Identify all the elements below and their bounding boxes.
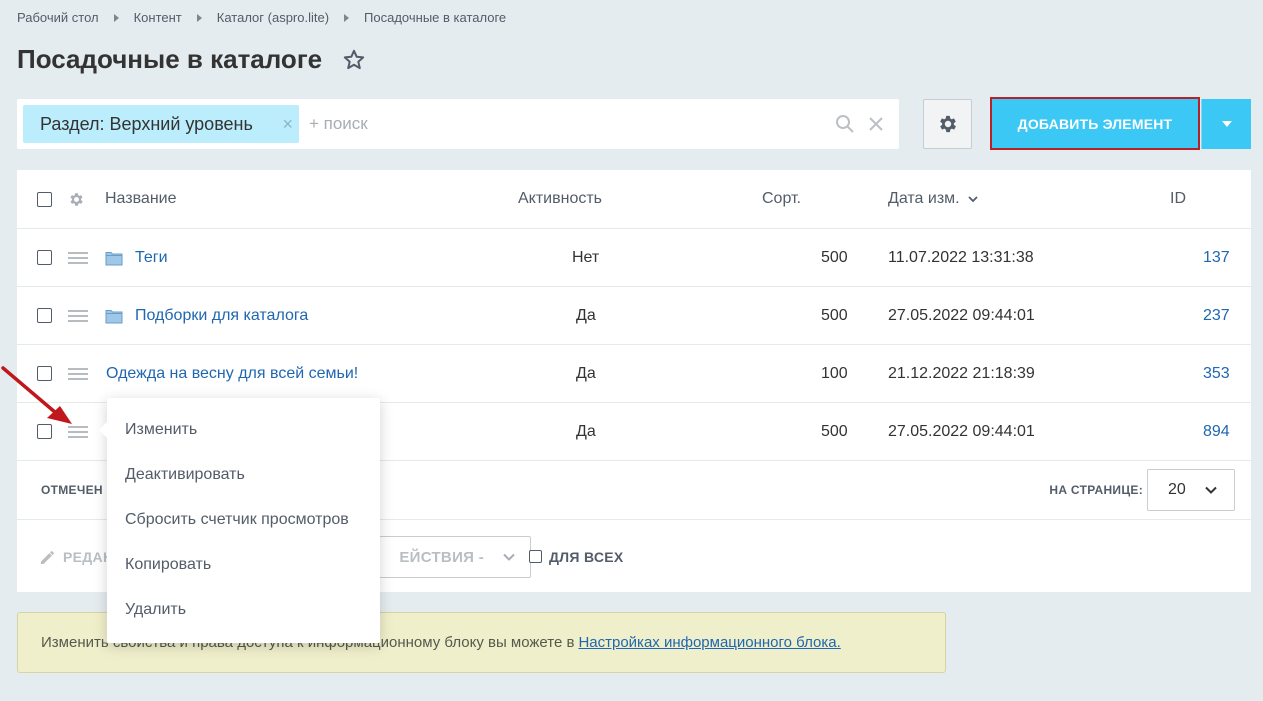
for-all-checkbox[interactable] bbox=[529, 550, 542, 563]
column-header-sort[interactable]: Сорт. bbox=[762, 170, 801, 228]
breadcrumb: Рабочий стол Контент Каталог (aspro.lite… bbox=[17, 10, 506, 25]
breadcrumb-item-content[interactable]: Контент bbox=[134, 10, 182, 25]
chevron-right-icon bbox=[344, 13, 350, 22]
chevron-right-icon bbox=[196, 13, 202, 22]
row-id-link[interactable]: 237 bbox=[1203, 287, 1230, 344]
close-icon[interactable] bbox=[867, 115, 885, 133]
chevron-down-icon bbox=[967, 196, 978, 203]
caret-down-icon bbox=[1221, 121, 1232, 127]
close-icon[interactable]: × bbox=[282, 114, 293, 135]
column-header-id[interactable]: ID bbox=[1170, 170, 1186, 228]
row-context-menu: Изменить Деактивировать Сбросить счетчик… bbox=[99, 398, 380, 643]
star-icon[interactable] bbox=[342, 48, 366, 72]
filter-tag-label: Раздел: Верхний уровень bbox=[40, 113, 253, 134]
row-id-link[interactable]: 894 bbox=[1203, 403, 1230, 460]
filter-bar: Раздел: Верхний уровень × bbox=[17, 99, 899, 149]
row-active: Нет bbox=[572, 248, 600, 266]
breadcrumb-item-current[interactable]: Посадочные в каталоге bbox=[364, 10, 506, 25]
arrow-pointer-icon bbox=[1, 366, 72, 424]
row-sort: 500 bbox=[821, 422, 848, 440]
row-active: Да bbox=[576, 306, 596, 324]
row-name-link[interactable]: Подборки для каталога bbox=[135, 307, 308, 325]
menu-item-reset-views[interactable]: Сбросить счетчик просмотров bbox=[107, 497, 380, 542]
column-header-date-label: Дата изм. bbox=[888, 190, 960, 207]
settings-button[interactable] bbox=[923, 99, 972, 149]
edit-button[interactable]: РЕДАК bbox=[39, 521, 112, 592]
row-name-link[interactable]: Одежда на весну для всей семьи! bbox=[106, 365, 358, 383]
menu-item-deactivate[interactable]: Деактивировать bbox=[107, 452, 380, 497]
row-date: 11.07.2022 13:31:38 bbox=[888, 248, 1034, 266]
for-all-label: ДЛЯ ВСЕХ bbox=[549, 548, 624, 565]
menu-item-copy[interactable]: Копировать bbox=[107, 542, 380, 587]
row-sort: 500 bbox=[821, 248, 848, 266]
drag-handle-icon[interactable] bbox=[68, 251, 88, 264]
edit-button-label: РЕДАК bbox=[63, 548, 112, 565]
row-date: 27.05.2022 09:44:01 bbox=[888, 306, 1035, 324]
row-id-link[interactable]: 353 bbox=[1203, 345, 1230, 402]
table-row[interactable]: Одежда на весну для всей семьи! Да 100 2… bbox=[17, 345, 1251, 403]
search-icon[interactable] bbox=[835, 114, 855, 134]
row-date: 21.12.2022 21:18:39 bbox=[888, 364, 1035, 382]
search-input[interactable] bbox=[307, 105, 823, 143]
row-id-link[interactable]: 137 bbox=[1203, 229, 1230, 286]
row-date: 27.05.2022 09:44:01 bbox=[888, 422, 1035, 440]
row-checkbox[interactable] bbox=[37, 308, 52, 323]
row-active: Да bbox=[576, 364, 596, 382]
drag-handle-icon[interactable] bbox=[68, 309, 88, 322]
row-sort: 100 bbox=[821, 364, 848, 382]
folder-icon bbox=[105, 251, 123, 265]
row-checkbox[interactable] bbox=[37, 250, 52, 265]
gear-icon bbox=[939, 115, 956, 133]
page-title: Посадочные в каталоге bbox=[17, 44, 323, 74]
column-header-name[interactable]: Название bbox=[105, 170, 177, 228]
breadcrumb-item-catalog[interactable]: Каталог (aspro.lite) bbox=[217, 10, 329, 25]
add-element-button[interactable]: ДОБАВИТЬ ЭЛЕМЕНТ bbox=[990, 97, 1200, 150]
table-row[interactable]: Подборки для каталога Да 500 27.05.2022 … bbox=[17, 287, 1251, 345]
add-element-dropdown[interactable] bbox=[1201, 99, 1251, 149]
table-header: Название Активность Сорт. Дата изм. ID bbox=[17, 170, 1251, 229]
row-name-link[interactable]: Теги bbox=[135, 249, 168, 267]
table-row[interactable]: Теги Нет 500 11.07.2022 13:31:38 137 bbox=[17, 229, 1251, 287]
folder-icon bbox=[105, 309, 123, 323]
gear-icon[interactable] bbox=[68, 191, 85, 208]
column-header-active[interactable]: Активность bbox=[518, 170, 602, 228]
pencil-icon bbox=[41, 550, 54, 564]
filter-tag[interactable]: Раздел: Верхний уровень × bbox=[23, 105, 299, 143]
column-header-date[interactable]: Дата изм. bbox=[888, 170, 980, 228]
for-all-toggle[interactable]: ДЛЯ ВСЕХ bbox=[529, 521, 624, 592]
per-page-label: НА СТРАНИЦЕ: bbox=[1049, 483, 1143, 497]
notice-settings-link[interactable]: Настройках информационного блока. bbox=[578, 634, 840, 651]
row-sort: 500 bbox=[821, 306, 848, 324]
per-page-select[interactable]: 20 bbox=[1147, 469, 1235, 511]
actions-select-label: ЕЙСТВИЯ - bbox=[399, 548, 484, 566]
select-all-checkbox[interactable] bbox=[37, 191, 52, 207]
row-active: Да bbox=[576, 422, 596, 440]
breadcrumb-item-desktop[interactable]: Рабочий стол bbox=[17, 10, 99, 25]
chevron-down-icon bbox=[1205, 486, 1217, 494]
menu-item-delete[interactable]: Удалить bbox=[107, 587, 380, 632]
page-title-row: Посадочные в каталоге bbox=[17, 44, 366, 75]
filter-icons bbox=[823, 114, 885, 134]
chevron-down-icon bbox=[503, 553, 515, 561]
chevron-right-icon bbox=[113, 13, 119, 22]
menu-item-edit[interactable]: Изменить bbox=[107, 407, 380, 452]
per-page-value: 20 bbox=[1168, 481, 1186, 498]
selected-counter-label: ОТМЕЧЕН bbox=[41, 483, 103, 497]
